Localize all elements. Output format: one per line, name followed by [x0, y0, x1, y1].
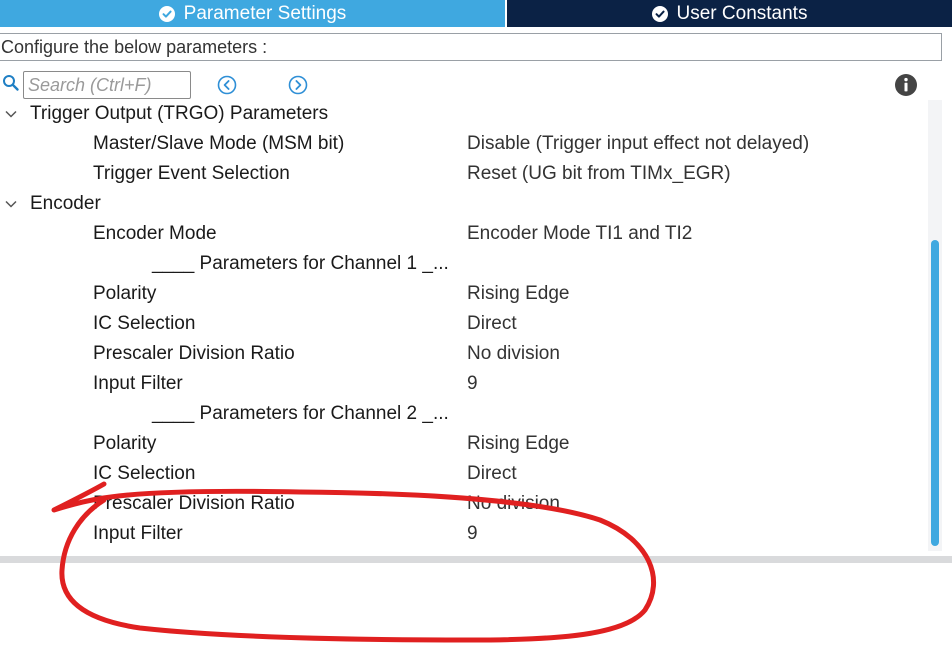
parameter-name: Input Filter [93, 373, 183, 394]
subheader-label: ____ Parameters for Channel 1 _... [152, 253, 449, 274]
parameter-row-ch1-ic-selection[interactable]: IC Selection Direct [0, 309, 928, 339]
parameter-value[interactable]: No division [467, 339, 560, 369]
panel-divider[interactable] [0, 556, 952, 563]
group-encoder[interactable]: Encoder [0, 189, 928, 219]
vertical-scrollbar[interactable] [928, 100, 942, 551]
previous-icon[interactable] [216, 74, 238, 96]
parameter-row-ch1-prescaler[interactable]: Prescaler Division Ratio No division [0, 339, 928, 369]
parameter-name: Trigger Event Selection [93, 163, 290, 184]
channel-1-subheader: ____ Parameters for Channel 1 _... [0, 249, 928, 279]
parameter-row-trigger-event-selection[interactable]: Trigger Event Selection Reset (UG bit fr… [0, 159, 928, 189]
parameter-value[interactable]: Direct [467, 309, 517, 339]
next-icon[interactable] [287, 74, 309, 96]
parameter-value[interactable]: Rising Edge [467, 429, 569, 459]
tab-parameter-settings[interactable]: Parameter Settings [0, 0, 505, 27]
parameter-row-encoder-mode[interactable]: Encoder Mode Encoder Mode TI1 and TI2 [0, 219, 928, 249]
tab-label: User Constants [676, 2, 808, 24]
parameter-name: Encoder Mode [93, 223, 217, 244]
check-circle-icon [651, 5, 668, 22]
parameter-row-master-slave-mode[interactable]: Master/Slave Mode (MSM bit) Disable (Tri… [0, 129, 928, 159]
info-icon[interactable] [894, 73, 918, 97]
parameter-tree: Trigger Output (TRGO) Parameters Master/… [0, 103, 928, 551]
scrollbar-thumb[interactable] [931, 240, 939, 546]
parameter-name: Prescaler Division Ratio [93, 343, 295, 364]
parameter-value[interactable]: Direct [467, 459, 517, 489]
parameter-row-ch2-prescaler[interactable]: Prescaler Division Ratio No division [0, 489, 928, 519]
parameter-value[interactable]: Disable (Trigger input effect not delaye… [467, 129, 809, 159]
parameter-name: Input Filter [93, 523, 183, 544]
check-circle-icon [158, 5, 175, 22]
parameter-name: IC Selection [93, 313, 196, 334]
parameter-row-ch1-input-filter[interactable]: Input Filter 9 [0, 369, 928, 399]
parameter-value[interactable]: Rising Edge [467, 279, 569, 309]
parameter-name: Polarity [93, 283, 157, 304]
parameter-name: Master/Slave Mode (MSM bit) [93, 133, 345, 154]
search-icon[interactable] [2, 74, 20, 92]
lower-panel [0, 563, 952, 647]
chevron-down-icon[interactable] [4, 107, 18, 121]
group-label: Trigger Output (TRGO) Parameters [30, 103, 329, 124]
parameter-value[interactable]: No division [467, 489, 560, 519]
group-trigger-output[interactable]: Trigger Output (TRGO) Parameters [0, 103, 928, 129]
parameter-row-ch1-polarity[interactable]: Polarity Rising Edge [0, 279, 928, 309]
parameter-name: Polarity [93, 433, 157, 454]
tab-user-constants[interactable]: User Constants [507, 0, 952, 27]
subheader-label: ____ Parameters for Channel 2 _... [152, 403, 449, 424]
parameter-name: Prescaler Division Ratio [93, 493, 295, 514]
parameter-value[interactable]: Encoder Mode TI1 and TI2 [467, 219, 692, 249]
chevron-down-icon[interactable] [4, 197, 18, 211]
channel-2-subheader: ____ Parameters for Channel 2 _... [0, 399, 928, 429]
tab-label: Parameter Settings [183, 2, 347, 24]
parameter-row-ch2-input-filter[interactable]: Input Filter 9 [0, 519, 928, 549]
parameter-row-ch2-polarity[interactable]: Polarity Rising Edge [0, 429, 928, 459]
parameter-value[interactable]: 9 [467, 369, 478, 399]
configure-label: Configure the below parameters : [0, 33, 942, 61]
toolbar [0, 70, 952, 100]
tab-bar: Parameter Settings User Constants [0, 0, 952, 27]
parameter-value[interactable]: 9 [467, 519, 478, 549]
search-input[interactable] [23, 71, 191, 99]
parameter-row-ch2-ic-selection[interactable]: IC Selection Direct [0, 459, 928, 489]
group-label: Encoder [30, 193, 101, 214]
parameter-name: IC Selection [93, 463, 196, 484]
parameter-value[interactable]: Reset (UG bit from TIMx_EGR) [467, 159, 731, 189]
